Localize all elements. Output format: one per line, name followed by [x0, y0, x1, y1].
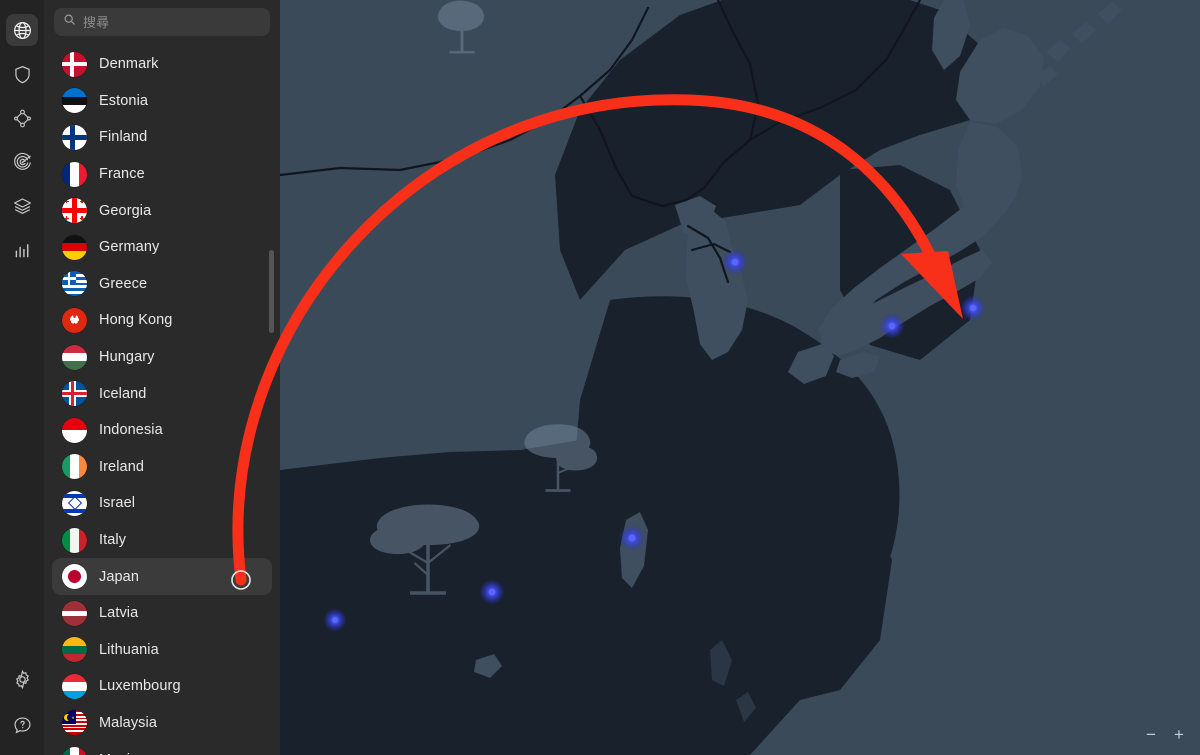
country-row-greece[interactable]: Greece — [52, 266, 272, 303]
country-label: Georgia — [99, 202, 152, 219]
flag-icon-denmark — [62, 51, 87, 77]
flag-icon-georgia — [62, 198, 87, 224]
country-panel: Denmark Estonia Finland France Georgia German… — [44, 0, 280, 755]
help-icon[interactable] — [6, 709, 38, 741]
flag-icon-finland — [62, 124, 87, 150]
zoom-out-button[interactable]: − — [1140, 723, 1162, 745]
map-canvas[interactable]: − + — [280, 0, 1200, 755]
country-row-mexico[interactable]: Mexico — [52, 741, 272, 755]
globe-icon[interactable] — [6, 14, 38, 46]
country-list[interactable]: Denmark Estonia Finland France Georgia German… — [44, 42, 280, 755]
radar-icon[interactable] — [6, 146, 38, 178]
map-zoom-controls: − + — [1140, 723, 1190, 745]
search-icon — [63, 13, 76, 31]
country-label: Malaysia — [99, 714, 158, 731]
country-row-latvia[interactable]: Latvia — [52, 595, 272, 632]
flag-icon-ireland — [62, 454, 87, 480]
country-row-ireland[interactable]: Ireland — [52, 449, 272, 486]
country-row-malaysia[interactable]: Malaysia — [52, 705, 272, 742]
country-list-items: Denmark Estonia Finland France Georgia German… — [44, 42, 280, 755]
flag-icon-italy — [62, 527, 87, 553]
flag-icon-latvia — [62, 600, 87, 626]
country-row-luxembourg[interactable]: Luxembourg — [52, 668, 272, 705]
flag-icon-germany — [62, 234, 87, 260]
flag-icon-israel — [62, 490, 87, 516]
country-row-hungary[interactable]: Hungary — [52, 339, 272, 376]
country-label: Indonesia — [99, 422, 163, 439]
search-container — [44, 0, 280, 42]
country-row-iceland[interactable]: Iceland — [52, 375, 272, 412]
country-label: Greece — [99, 275, 148, 292]
country-label: Denmark — [99, 56, 159, 73]
flag-icon-hungary — [62, 344, 87, 370]
flag-icon-luxembourg — [62, 673, 87, 699]
country-label: Italy — [99, 532, 127, 549]
country-label: Hungary — [99, 349, 155, 366]
country-row-georgia[interactable]: Georgia — [52, 192, 272, 229]
country-row-hongkong[interactable]: Hong Kong — [52, 302, 272, 339]
flag-icon-france — [62, 161, 87, 187]
country-label: Mexico — [99, 752, 146, 755]
flag-icon-malaysia — [62, 710, 87, 736]
country-row-estonia[interactable]: Estonia — [52, 83, 272, 120]
country-label: Latvia — [99, 605, 139, 622]
layers-icon[interactable] — [6, 190, 38, 222]
flag-icon-lithuania — [62, 637, 87, 663]
country-label: Lithuania — [99, 641, 159, 658]
search-input[interactable] — [83, 14, 261, 30]
country-row-israel[interactable]: Israel — [52, 485, 272, 522]
shield-icon[interactable] — [6, 58, 38, 90]
list-scrollbar[interactable] — [269, 250, 274, 333]
flag-icon-mexico — [62, 747, 87, 755]
country-row-italy[interactable]: Italy — [52, 522, 272, 559]
bar-chart-icon[interactable] — [6, 234, 38, 266]
flag-icon-hongkong — [62, 307, 87, 333]
flag-icon-iceland — [62, 381, 87, 407]
country-row-denmark[interactable]: Denmark — [52, 46, 272, 83]
country-row-lithuania[interactable]: Lithuania — [52, 632, 272, 669]
country-label: Germany — [99, 239, 160, 256]
country-label: Ireland — [99, 458, 145, 475]
country-label: Estonia — [99, 92, 149, 109]
country-label: France — [99, 166, 145, 183]
rail-bottom-group — [6, 663, 38, 755]
map-basemap — [280, 0, 1200, 755]
country-label: Finland — [99, 129, 148, 146]
country-label: Luxembourg — [99, 678, 181, 695]
country-label: Hong Kong — [99, 312, 173, 329]
flag-icon-greece — [62, 271, 87, 297]
country-row-germany[interactable]: Germany — [52, 229, 272, 266]
flag-icon-indonesia — [62, 417, 87, 443]
country-row-indonesia[interactable]: Indonesia — [52, 412, 272, 449]
country-row-japan[interactable]: Japan — [52, 558, 272, 595]
gear-icon[interactable] — [6, 663, 38, 695]
country-row-france[interactable]: France — [52, 156, 272, 193]
app-window: Denmark Estonia Finland France Georgia German… — [0, 0, 1200, 755]
country-label: Japan — [99, 568, 140, 585]
network-nodes-icon[interactable] — [6, 102, 38, 134]
search-box[interactable] — [54, 8, 270, 36]
icon-rail — [0, 0, 44, 755]
country-label: Iceland — [99, 385, 147, 402]
country-row-finland[interactable]: Finland — [52, 119, 272, 156]
flag-icon-estonia — [62, 88, 87, 114]
zoom-in-button[interactable]: + — [1168, 723, 1190, 745]
country-label: Israel — [99, 495, 136, 512]
flag-icon-japan — [62, 564, 87, 590]
